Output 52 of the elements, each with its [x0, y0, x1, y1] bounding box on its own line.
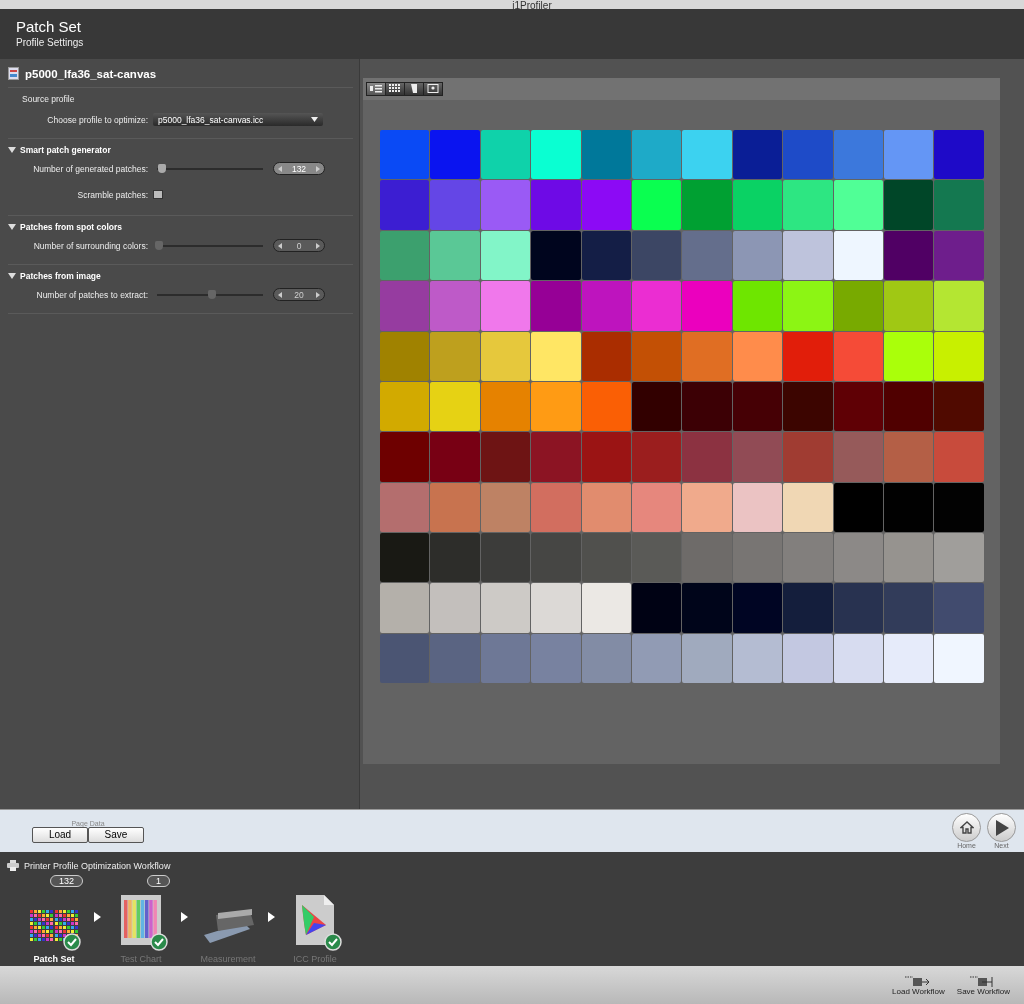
- workflow-title: Printer Profile Optimization Workflow: [24, 860, 171, 871]
- caret-icon: [311, 117, 318, 123]
- field-label: Scramble patches:: [76, 189, 149, 200]
- home-icon: [959, 821, 974, 835]
- checkbox[interactable]: [153, 190, 163, 200]
- decrement-arrow-icon[interactable]: [278, 242, 282, 249]
- disclosure-triangle-icon[interactable]: [8, 222, 16, 231]
- count-badge: 132: [49, 875, 83, 888]
- page-subtitle: Profile Settings: [16, 36, 85, 50]
- field-label: Number of surrounding colors:: [32, 240, 149, 251]
- save-workflow-button[interactable]: Save Workflow: [956, 974, 1010, 996]
- next-button[interactable]: [987, 813, 1016, 843]
- printer-icon: [7, 860, 19, 872]
- view-tab[interactable]: [405, 82, 423, 95]
- field-label: Choose profile to optimize:: [46, 114, 149, 125]
- document-name: p5000_lfa36_sat-canvas: [25, 67, 157, 80]
- count-badge: 1: [147, 875, 170, 888]
- disclosure-triangle-icon[interactable]: [8, 145, 16, 154]
- view-tab[interactable]: [367, 82, 385, 95]
- section-title: Patches from spot colors: [20, 221, 123, 232]
- increment-arrow-icon[interactable]: [316, 291, 320, 298]
- image-icon: [427, 84, 439, 94]
- decrement-arrow-icon[interactable]: [278, 291, 282, 298]
- view-tab[interactable]: [424, 82, 442, 95]
- workflow-step-label[interactable]: Patch Set: [33, 954, 75, 965]
- field-label: Number of patches to extract:: [35, 289, 149, 300]
- page-title: Patch Set: [16, 18, 83, 36]
- grid-icon: [389, 84, 401, 94]
- increment-arrow-icon[interactable]: [316, 242, 320, 249]
- gradient-icon: [408, 84, 420, 94]
- profile-dropdown[interactable]: p5000_lfa36_sat-canvas.icc: [153, 113, 323, 127]
- patch-set-icon[interactable]: [30, 910, 78, 942]
- play-icon: [994, 819, 1009, 836]
- load-workflow-button[interactable]: Load Workflow: [892, 974, 945, 996]
- view-tab[interactable]: [386, 82, 404, 95]
- list-icon: [370, 84, 382, 94]
- arrow-icon: [94, 912, 101, 923]
- color-gamut-document-icon[interactable]: [296, 895, 334, 946]
- disclosure-triangle-icon[interactable]: [8, 271, 16, 280]
- arrow-icon: [268, 912, 275, 923]
- window-title: i1Profiler: [512, 1, 552, 9]
- section-heading: Source profile: [22, 93, 76, 104]
- page-data-button[interactable]: Save: [88, 826, 144, 843]
- section-title: Patches from image: [20, 270, 101, 281]
- document-icon: [8, 67, 19, 81]
- page-data-button[interactable]: Load: [32, 826, 88, 843]
- test-chart-icon[interactable]: [121, 895, 161, 946]
- field-label: Number of generated patches:: [32, 163, 149, 174]
- arrow-icon: [181, 912, 188, 923]
- home-button[interactable]: [952, 813, 981, 843]
- section-title: Smart patch generator: [20, 144, 111, 155]
- load-arrow-icon: [905, 974, 932, 987]
